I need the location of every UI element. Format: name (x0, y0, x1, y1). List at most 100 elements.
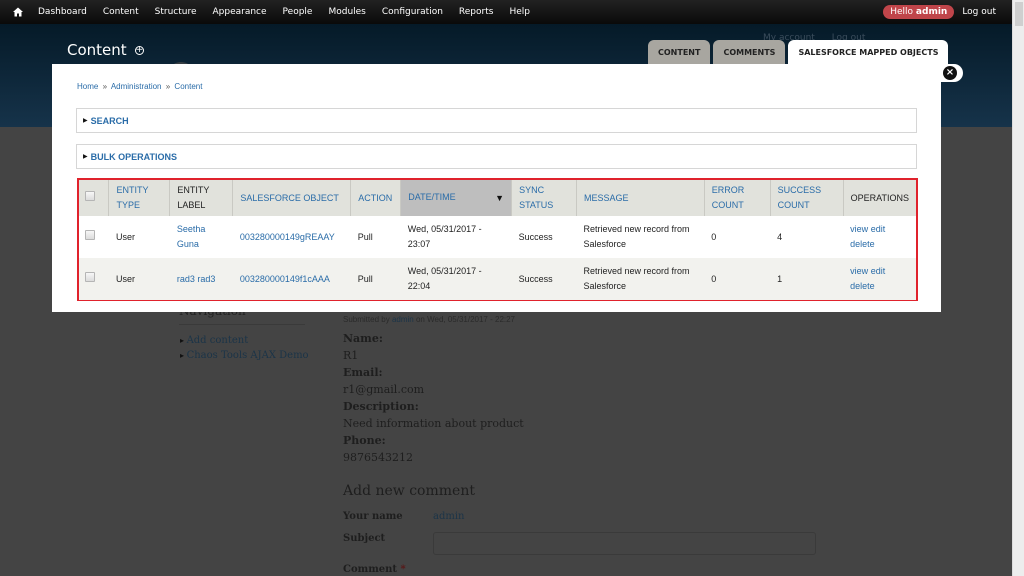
cell-entity-type: User (108, 258, 170, 300)
delete-link[interactable]: delete (850, 281, 875, 291)
toolbar-modules[interactable]: Modules (320, 7, 373, 17)
edit-link[interactable]: edit (871, 266, 886, 276)
toolbar-people[interactable]: People (275, 7, 321, 17)
row-select-cell (79, 216, 109, 258)
tab-comments[interactable]: COMMENTS (713, 40, 786, 64)
row-select-cell (79, 258, 109, 300)
nav-link-add-content[interactable]: Add content (180, 335, 249, 346)
col-entity-type[interactable]: ENTITY TYPE (108, 180, 170, 216)
add-shortcut-icon[interactable]: + (134, 45, 144, 55)
cell-entity-type: User (108, 216, 170, 258)
field-value-email: r1@gmail.com (343, 383, 425, 396)
col-salesforce-object[interactable]: SALESFORCE OBJECT (232, 180, 351, 216)
bulk-operations-fieldset[interactable]: ▶ BULK OPERATIONS (76, 144, 917, 169)
cell-operations: view edit delete (843, 216, 916, 258)
delete-link[interactable]: delete (850, 239, 875, 249)
submitted-info: Submitted by admin on Wed, 05/31/2017 - … (343, 315, 515, 324)
toolbar-dashboard[interactable]: Dashboard (36, 7, 95, 17)
cell-message: Retrieved new record from Salesforce (576, 216, 705, 258)
subject-input[interactable] (433, 532, 816, 555)
table-row: User rad3 rad3 003280000149f1cAAA Pull W… (79, 258, 916, 300)
select-all-checkbox[interactable] (85, 190, 95, 201)
table-row: User Seetha Guna 003280000149gREAAY Pull… (79, 216, 916, 258)
cell-action: Pull (350, 258, 401, 300)
collapse-triangle-icon: ▶ (83, 117, 88, 124)
subject-label: Subject (343, 533, 386, 544)
toolbar-structure[interactable]: Structure (147, 7, 205, 17)
field-value-description: Need information about product (343, 417, 524, 430)
search-legend[interactable]: SEARCH (91, 116, 129, 126)
row-checkbox[interactable] (85, 271, 95, 282)
col-success-count[interactable]: SUCCESS COUNT (769, 180, 844, 216)
nav-link-chaos-tools[interactable]: Chaos Tools AJAX Demo (180, 350, 309, 361)
field-label-name: Name: (343, 332, 383, 345)
col-error-count[interactable]: ERROR COUNT (703, 180, 771, 216)
col-datetime-label: DATE/TIME (408, 192, 456, 202)
col-message[interactable]: MESSAGE (576, 180, 705, 216)
row-checkbox[interactable] (85, 229, 95, 240)
search-fieldset[interactable]: ▶ SEARCH (76, 108, 917, 133)
field-value-phone: 9876543212 (343, 451, 413, 464)
breadcrumb-separator: » (102, 82, 108, 91)
your-name-label: Your name (343, 511, 403, 522)
field-value-name: R1 (343, 349, 359, 362)
home-icon[interactable] (0, 0, 36, 24)
bulk-operations-legend[interactable]: BULK OPERATIONS (91, 152, 177, 162)
toolbar-content[interactable]: Content (95, 7, 147, 17)
mapped-objects-table-highlight: ENTITY TYPE ENTITY LABEL SALESFORCE OBJE… (77, 178, 918, 301)
cell-entity-label[interactable]: Seetha Guna (169, 216, 233, 258)
tab-content[interactable]: CONTENT (648, 40, 711, 64)
cell-success-count: 4 (770, 216, 844, 258)
breadcrumb-administration[interactable]: Administration (111, 82, 162, 91)
cell-sync-status: Success (511, 216, 577, 258)
cell-salesforce-object[interactable]: 003280000149gREAAY (232, 216, 351, 258)
cell-datetime: Wed, 05/31/2017 - 22:04 (400, 258, 512, 300)
field-label-email: Email: (343, 366, 383, 379)
page-title-text: Content (67, 41, 127, 59)
view-link[interactable]: view (850, 224, 868, 234)
view-link[interactable]: view (850, 266, 868, 276)
breadcrumb-separator: » (165, 82, 171, 91)
col-action[interactable]: ACTION (350, 180, 401, 216)
col-operations: OPERATIONS (842, 180, 916, 216)
breadcrumb-home[interactable]: Home (77, 82, 98, 91)
collapse-triangle-icon: ▶ (83, 153, 88, 160)
cell-error-count: 0 (704, 258, 771, 300)
cell-action: Pull (350, 216, 401, 258)
toolbar-appearance[interactable]: Appearance (205, 7, 275, 17)
cell-success-count: 1 (770, 258, 844, 300)
overlay-close-button[interactable]: × (941, 64, 963, 82)
col-datetime[interactable]: DATE/TIME ▼ (400, 180, 512, 216)
toolbar-reports[interactable]: Reports (451, 7, 502, 17)
cell-message: Retrieved new record from Salesforce (576, 258, 705, 300)
cell-entity-label[interactable]: rad3 rad3 (169, 258, 233, 300)
edit-link[interactable]: edit (871, 224, 886, 234)
page-title: Content + (67, 41, 144, 59)
cell-salesforce-object[interactable]: 003280000149f1cAAA (232, 258, 351, 300)
cell-sync-status: Success (511, 258, 577, 300)
comment-label-text: Comment (343, 564, 398, 575)
page-scrollbar[interactable] (1012, 0, 1024, 576)
overlay-dialog: Home » Administration » Content ▶ SEARCH… (52, 64, 941, 312)
breadcrumb: Home » Administration » Content (77, 82, 202, 91)
breadcrumb-content[interactable]: Content (174, 82, 202, 91)
username: admin (915, 7, 948, 17)
logout-link[interactable]: Log out (954, 7, 1012, 17)
field-label-description: Description: (343, 400, 419, 413)
your-name-link[interactable]: admin (433, 511, 464, 522)
cell-datetime: Wed, 05/31/2017 - 23:07 (400, 216, 512, 258)
toolbar-help[interactable]: Help (501, 7, 538, 17)
hello-user-badge[interactable]: Hello admin (883, 5, 955, 19)
author-link[interactable]: admin (392, 315, 414, 324)
col-sync-status[interactable]: SYNC STATUS (511, 180, 577, 216)
tab-salesforce-mapped-objects[interactable]: SALESFORCE MAPPED OBJECTS (788, 40, 949, 64)
table-header-row: ENTITY TYPE ENTITY LABEL SALESFORCE OBJE… (79, 180, 916, 216)
sort-desc-icon: ▼ (495, 193, 505, 203)
close-icon: × (943, 66, 957, 80)
toolbar-configuration[interactable]: Configuration (374, 7, 451, 17)
scrollbar-thumb[interactable] (1015, 2, 1023, 26)
divider (179, 324, 305, 325)
select-all-header (79, 180, 109, 216)
submitted-date: on Wed, 05/31/2017 - 22:27 (415, 315, 516, 324)
cell-error-count: 0 (704, 216, 771, 258)
